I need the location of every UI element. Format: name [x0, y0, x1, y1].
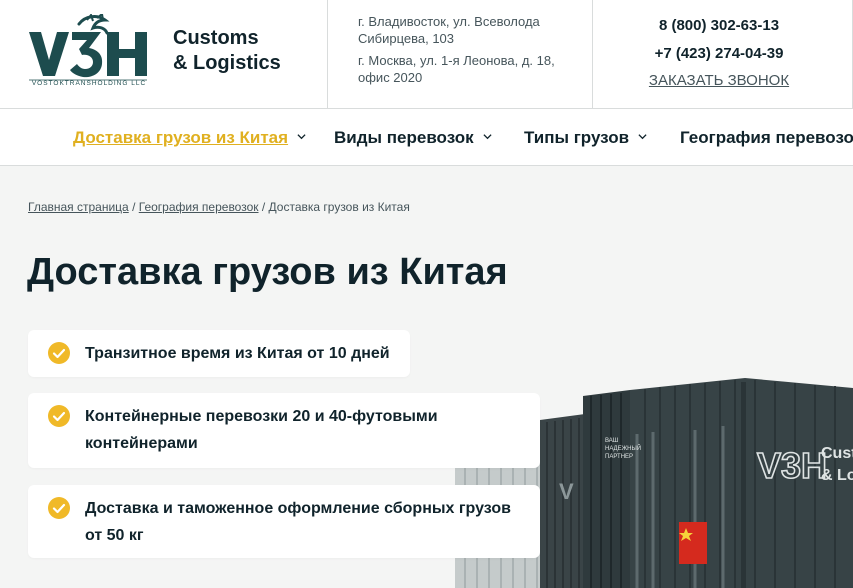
feature-card: Доставка и таможенное оформление сборных… [28, 485, 540, 558]
check-circle-icon [48, 497, 70, 519]
brand-line-1: Customs [173, 27, 259, 49]
svg-text:V: V [559, 479, 574, 504]
breadcrumb-current: Доставка грузов из Китая [268, 200, 410, 214]
feature-card: Контейнерные перевозки 20 и 40-футовыми … [28, 393, 540, 468]
nav-label: Типы грузов [524, 128, 630, 147]
nav-label: Виды перевозок [334, 128, 474, 147]
feature-card: Транзитное время из Китая от 10 дней [28, 330, 410, 377]
chevron-down-icon [483, 134, 492, 140]
chevron-down-icon [638, 134, 647, 140]
phone-link-1[interactable]: 8 (800) 302-63-13 [593, 17, 845, 34]
breadcrumb-home-link[interactable]: Главная страница [28, 200, 129, 214]
nav-item-transport-types[interactable]: Виды перевозок [334, 128, 492, 150]
chevron-down-icon [297, 134, 306, 140]
container-text-2: НАДЕЖНЫЙ [605, 444, 641, 452]
logo-graphic [29, 14, 147, 81]
breadcrumb-separator: / [128, 200, 139, 214]
feature-text: Доставка и таможенное оформление сборных… [85, 495, 511, 549]
site-header: VOSTOKTRANSHOLDING LLC Customs & Logisti… [0, 0, 853, 109]
phone-link-2[interactable]: +7 (423) 274-04-39 [593, 45, 845, 62]
nav-item-china-delivery[interactable]: Доставка грузов из Китая [73, 128, 306, 150]
container-text-1: ВАШ [605, 438, 618, 444]
feature-text: Транзитное время из Китая от 10 дней [85, 340, 390, 367]
breadcrumb-section-link[interactable]: География перевозок [139, 200, 259, 214]
brand-name: Customs & Logistics [173, 26, 281, 76]
container-text-3: ПАРТНЕР [605, 454, 633, 460]
container-brand-1: Cust [821, 445, 853, 462]
nav-label: Доставка грузов из Китая [73, 128, 289, 147]
main-nav: Доставка грузов из Китая Виды перевозок … [0, 109, 853, 166]
header-divider [327, 0, 328, 108]
nav-label: География перевозок [680, 128, 853, 147]
page-title: Доставка грузов из Китая [27, 251, 508, 293]
company-logo[interactable]: VOSTOKTRANSHOLDING LLC [27, 14, 151, 90]
nav-item-geography[interactable]: География перевозок [680, 128, 853, 150]
breadcrumb: Главная страница / География перевозок /… [28, 200, 410, 214]
feature-line: Транзитное время из Китая от 10 дней [85, 345, 390, 362]
check-circle-icon [48, 405, 70, 427]
feature-line: контейнерами [85, 435, 198, 452]
nav-item-cargo-types[interactable]: Типы грузов [524, 128, 647, 150]
check-circle-icon [48, 342, 70, 364]
contact-block: 8 (800) 302-63-13 +7 (423) 274-04-39 ЗАК… [593, 0, 845, 108]
brand-line-2: & Logistics [173, 52, 281, 74]
request-callback-link[interactable]: ЗАКАЗАТЬ ЗВОНОК [593, 72, 845, 89]
svg-text:V3H: V3H [757, 445, 827, 486]
feature-line: Доставка и таможенное оформление сборных… [85, 500, 511, 517]
logo-subtext: VOSTOKTRANSHOLDING LLC [31, 80, 147, 87]
feature-line: от 50 кг [85, 527, 144, 544]
feature-line: Контейнерные перевозки 20 и 40-футовыми [85, 408, 438, 425]
feature-text: Контейнерные перевозки 20 и 40-футовыми … [85, 403, 438, 457]
address-vladivostok: г. Владивосток, ул. Всеволода Сибирцева,… [358, 14, 540, 46]
container-brand-2: & Lo [821, 467, 853, 484]
address-moscow: г. Москва, ул. 1-я Леонова, д. 18, офис … [358, 53, 555, 85]
breadcrumb-separator: / [258, 200, 269, 214]
